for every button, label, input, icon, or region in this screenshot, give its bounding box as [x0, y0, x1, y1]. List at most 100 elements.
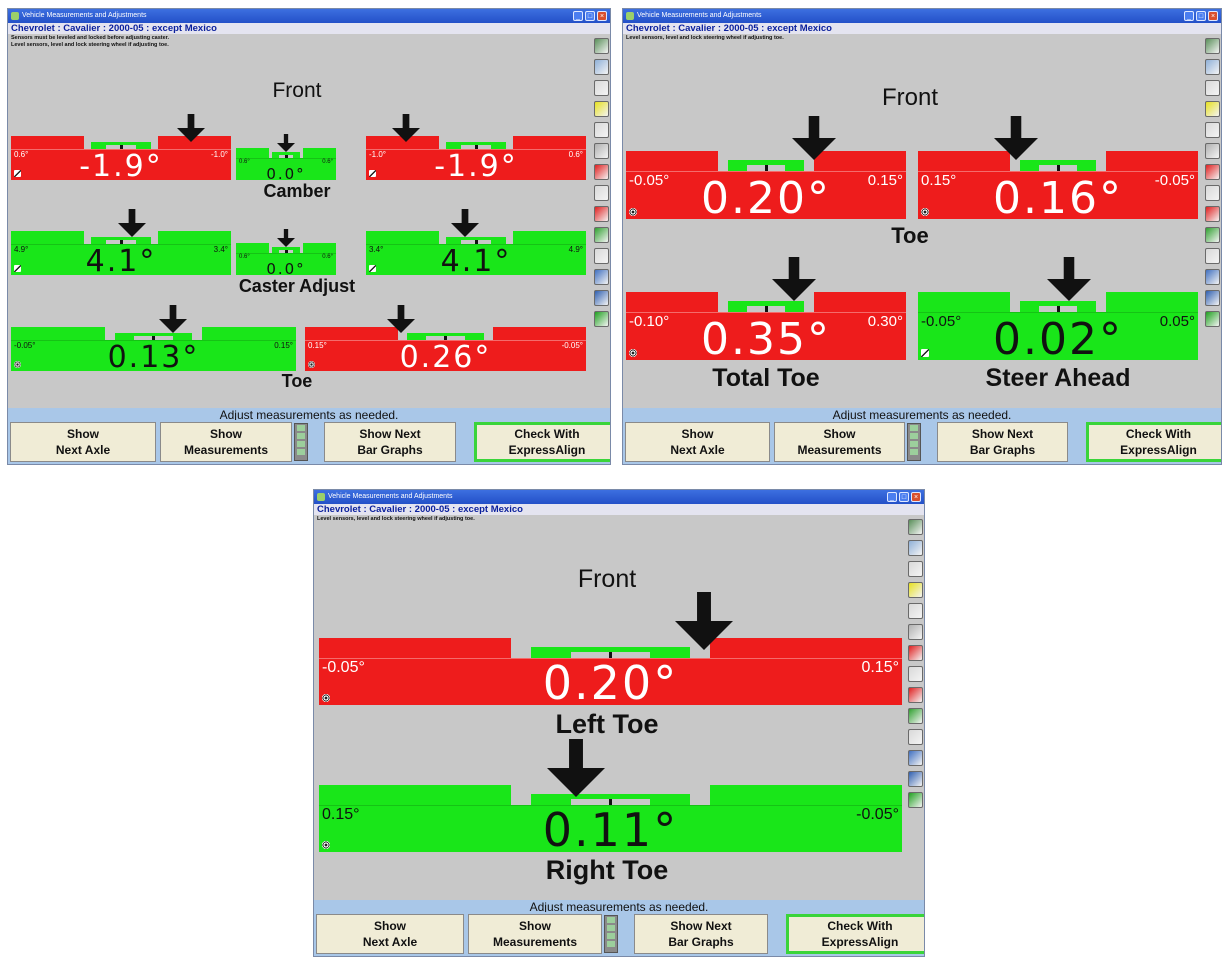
sensor-icon[interactable]	[593, 59, 609, 75]
close-button[interactable]: ×	[1208, 11, 1218, 21]
battery-status-icon	[907, 423, 921, 461]
maximize-button[interactable]: □	[899, 492, 909, 502]
battery-cell	[607, 917, 615, 924]
target-icon[interactable]	[308, 361, 315, 368]
close-button[interactable]: ×	[911, 492, 921, 502]
battery-cell	[297, 449, 305, 455]
gauge-icon[interactable]	[593, 101, 609, 117]
wrench-tool-icon[interactable]	[907, 519, 923, 535]
alignment-icon[interactable]	[907, 645, 923, 661]
limit-right: 0.6°	[322, 158, 333, 165]
print-icon[interactable]	[907, 729, 923, 745]
vehicle-spec: Chevrolet : Cavalier : 2000-05 : except …	[8, 23, 610, 34]
minimize-button[interactable]: _	[887, 492, 897, 502]
express-align-button[interactable]: Check With ExpressAlign	[786, 914, 924, 954]
sensor-icon[interactable]	[1204, 59, 1220, 75]
window-title: Vehicle Measurements and Adjustments	[22, 12, 147, 19]
help-icon[interactable]	[593, 290, 609, 306]
reading-value: 0.35°	[701, 314, 831, 366]
steering-icon[interactable]	[907, 603, 923, 619]
next-axle-button[interactable]: Show Next Axle	[316, 914, 464, 954]
axle-label: Front	[577, 565, 637, 593]
lift-icon[interactable]	[593, 227, 609, 243]
camera-icon[interactable]	[593, 143, 609, 159]
camera-icon[interactable]	[1204, 143, 1220, 159]
caster-icon[interactable]	[907, 666, 923, 682]
help-icon[interactable]	[1204, 290, 1220, 306]
needle	[285, 243, 287, 253]
gauge-group-label: Toe	[281, 371, 313, 391]
limit-left: 0.6°	[239, 253, 250, 260]
disk-icon[interactable]	[593, 269, 609, 285]
spec-steps	[83, 136, 159, 150]
instruction-text: Level sensors, level and lock steering w…	[11, 42, 169, 48]
level-icon[interactable]	[593, 206, 609, 222]
print-icon[interactable]	[1204, 248, 1220, 264]
lift-icon[interactable]	[907, 708, 923, 724]
function-key-bar: Show Next Axle Show Measurements Show Next…	[8, 420, 610, 464]
steering-icon[interactable]	[593, 122, 609, 138]
spec-steps	[438, 136, 514, 150]
gauge-icon[interactable]	[1204, 101, 1220, 117]
disk-icon[interactable]	[1204, 269, 1220, 285]
next-axle-button[interactable]: Show Next Axle	[10, 422, 156, 462]
vehicle-icon[interactable]	[593, 311, 609, 327]
next-bar-graphs-button[interactable]: Show Next Bar Graphs	[324, 422, 456, 462]
reading-value: -1.9°	[434, 148, 518, 184]
next-axle-button[interactable]: Show Next Axle	[625, 422, 770, 462]
vehicle-icon[interactable]	[1204, 311, 1220, 327]
alignment-icon[interactable]	[593, 164, 609, 180]
next-bar-graphs-button[interactable]: Show Next Bar Graphs	[937, 422, 1068, 462]
target-icon[interactable]	[322, 694, 330, 702]
wrench-tool-icon[interactable]	[1204, 38, 1220, 54]
express-align-button[interactable]: Check With ExpressAlign	[1086, 422, 1221, 462]
gauge-group-label: Total Toe	[712, 364, 820, 392]
level-icon[interactable]	[1204, 206, 1220, 222]
close-button[interactable]: ×	[597, 11, 607, 21]
gauge-icon[interactable]	[907, 582, 923, 598]
print-icon[interactable]	[593, 248, 609, 264]
wrench-icon[interactable]	[369, 170, 376, 177]
target-icon[interactable]	[14, 361, 21, 368]
chart-icon[interactable]	[593, 80, 609, 96]
caster-icon[interactable]	[1204, 185, 1220, 201]
maximize-button[interactable]: □	[1196, 11, 1206, 21]
caster-icon[interactable]	[593, 185, 609, 201]
show-measurements-button[interactable]: Show Measurements	[160, 422, 292, 462]
next-bar-graphs-button[interactable]: Show Next Bar Graphs	[634, 914, 768, 954]
vehicle-icon[interactable]	[907, 792, 923, 808]
show-measurements-button[interactable]: Show Measurements	[774, 422, 905, 462]
lift-icon[interactable]	[1204, 227, 1220, 243]
target-icon[interactable]	[629, 349, 637, 357]
target-icon[interactable]	[322, 841, 330, 849]
minimize-button[interactable]: _	[573, 11, 583, 21]
gauge-group-label: Toe	[891, 223, 929, 248]
target-icon[interactable]	[629, 208, 637, 216]
wrench-tool-icon[interactable]	[593, 38, 609, 54]
show-measurements-button[interactable]: Show Measurements	[468, 914, 602, 954]
gauge-group-label: Right Toe	[545, 855, 669, 885]
target-icon[interactable]	[921, 208, 929, 216]
spec-steps	[511, 785, 710, 806]
wrench-icon[interactable]	[921, 349, 929, 357]
disk-icon[interactable]	[907, 750, 923, 766]
wrench-icon[interactable]	[14, 170, 21, 177]
maximize-button[interactable]: □	[585, 11, 595, 21]
help-icon[interactable]	[907, 771, 923, 787]
toolbar-sidebar	[904, 517, 924, 811]
steering-icon[interactable]	[1204, 122, 1220, 138]
limit-right: 0.6°	[322, 253, 333, 260]
chart-icon[interactable]	[1204, 80, 1220, 96]
camera-icon[interactable]	[907, 624, 923, 640]
minimize-button[interactable]: _	[1184, 11, 1194, 21]
needle	[703, 638, 705, 659]
wrench-icon[interactable]	[14, 265, 21, 272]
needle	[1068, 292, 1070, 314]
express-align-button[interactable]: Check With ExpressAlign	[474, 422, 610, 462]
wrench-icon[interactable]	[369, 265, 376, 272]
level-icon[interactable]	[907, 687, 923, 703]
chart-icon[interactable]	[907, 561, 923, 577]
sensor-icon[interactable]	[907, 540, 923, 556]
battery-cell	[297, 441, 305, 448]
alignment-icon[interactable]	[1204, 164, 1220, 180]
